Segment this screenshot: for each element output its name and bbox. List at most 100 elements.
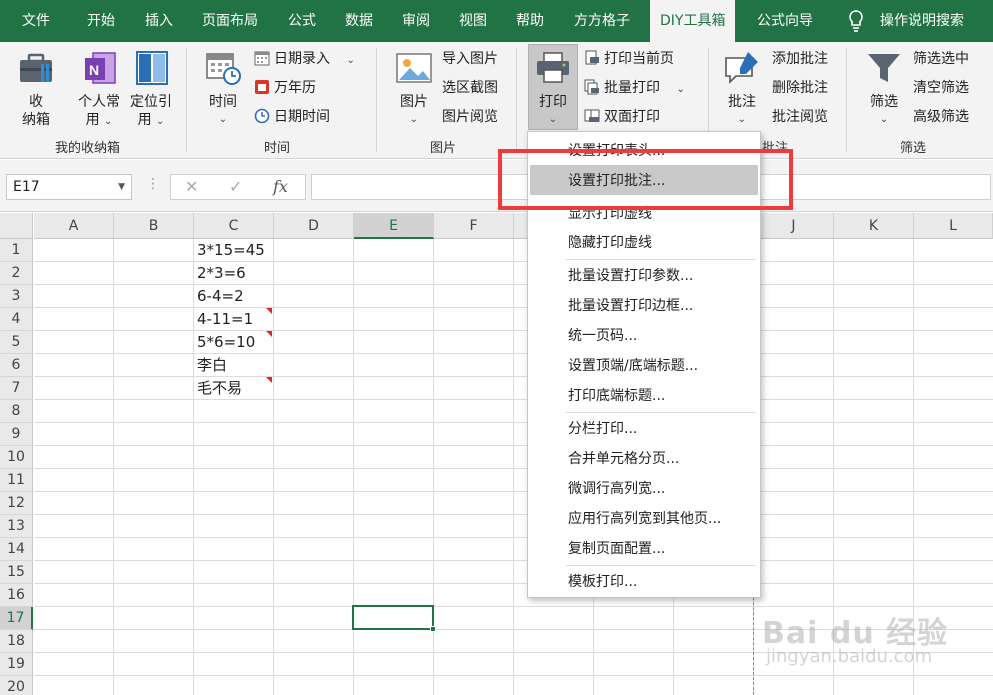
cancel-icon[interactable]: ✕ xyxy=(185,177,198,196)
tab-formulas[interactable]: 公式 xyxy=(288,0,316,42)
advanced-filter-button[interactable]: 高级筛选 xyxy=(913,106,969,128)
name-box[interactable]: E17 ▼ xyxy=(6,174,132,200)
cell-c4[interactable]: 4-11=1 xyxy=(197,308,253,331)
date-time-button[interactable]: 日期时间 xyxy=(254,106,330,128)
menu-item-print-bottom-titles[interactable]: 打印底端标题... xyxy=(568,384,665,408)
tab-view[interactable]: 视图 xyxy=(459,0,487,42)
batch-print-button[interactable]: 批量打印 ⌄ xyxy=(584,77,685,99)
row-header-19[interactable]: 19 xyxy=(0,653,33,676)
print-button[interactable]: 打印 ⌄ xyxy=(530,50,576,129)
column-header-f[interactable]: F xyxy=(434,213,514,239)
tab-help[interactable]: 帮助 xyxy=(516,0,544,42)
column-header-e[interactable]: E xyxy=(354,213,434,239)
clear-filter-button[interactable]: 清空筛选 xyxy=(913,77,969,99)
enter-icon[interactable]: ✓ xyxy=(229,177,242,196)
tab-review[interactable]: 审阅 xyxy=(402,0,430,42)
storage-box-button[interactable]: 收 纳箱 xyxy=(12,50,60,129)
column-header-a[interactable]: A xyxy=(34,213,114,239)
cell-c2[interactable]: 2*3=6 xyxy=(197,262,246,285)
clear-filter-label: 清空筛选 xyxy=(913,80,969,96)
tab-formula-wizard[interactable]: 公式向导 xyxy=(757,0,813,42)
row-header-10[interactable]: 10 xyxy=(0,446,33,469)
column-header-c[interactable]: C xyxy=(194,213,274,239)
row-header-3[interactable]: 3 xyxy=(0,285,33,308)
import-image-button[interactable]: 导入图片 xyxy=(442,48,498,70)
personal-common-button[interactable]: N 个人常 用 ⌄ xyxy=(74,50,124,131)
date-entry-button[interactable]: 日期录入 ⌄ xyxy=(254,48,355,70)
row-header-9[interactable]: 9 xyxy=(0,423,33,446)
formula-bar: E17 ▼ ⋮ ✕ ✓ fx xyxy=(0,160,993,212)
tab-fangfang[interactable]: 方方格子 xyxy=(574,0,630,42)
image-browse-button[interactable]: 图片阅览 xyxy=(442,106,498,128)
selection-screenshot-button[interactable]: 选区截图 xyxy=(442,77,498,99)
ribbon: 收 纳箱 N 个人常 用 ⌄ 定位引 用 ⌄ 我的收纳箱 时间 ⌄ 日期录入 ⌄… xyxy=(0,42,993,159)
tell-me-search[interactable]: 操作说明搜索 xyxy=(880,0,964,42)
cell-c5[interactable]: 5*6=10 xyxy=(197,331,255,354)
column-header-b[interactable]: B xyxy=(114,213,194,239)
add-comment-button[interactable]: 添加批注 xyxy=(772,48,828,70)
browse-comment-button[interactable]: 批注阅览 xyxy=(772,106,828,128)
row-header-5[interactable]: 5 xyxy=(0,331,33,354)
selected-cell-e17[interactable] xyxy=(352,605,436,632)
row-header-18[interactable]: 18 xyxy=(0,630,33,653)
menu-item-copy-page-config[interactable]: 复制页面配置... xyxy=(568,537,665,561)
filter-selected-button[interactable]: 筛选选中 xyxy=(913,48,969,70)
cell-c6[interactable]: 李白 xyxy=(197,354,227,377)
column-header-d[interactable]: D xyxy=(274,213,354,239)
tab-file[interactable]: 文件 xyxy=(22,0,50,42)
row-header-6[interactable]: 6 xyxy=(0,354,33,377)
row-header-13[interactable]: 13 xyxy=(0,515,33,538)
tab-diy-toolbox[interactable]: DIY工具箱 xyxy=(650,0,736,42)
menu-item-apply-row-col-other[interactable]: 应用行高列宽到其他页... xyxy=(568,507,721,531)
row-header-15[interactable]: 15 xyxy=(0,561,33,584)
chevron-down-icon: ⌄ xyxy=(104,116,113,127)
menu-item-unify-page-numbers[interactable]: 统一页码... xyxy=(568,324,637,348)
locate-reference-button[interactable]: 定位引 用 ⌄ xyxy=(125,50,177,131)
delete-comment-button[interactable]: 删除批注 xyxy=(772,77,828,99)
drag-handle-icon[interactable]: ⋮ xyxy=(146,176,160,192)
row-header-7[interactable]: 7 xyxy=(0,377,33,400)
chevron-down-icon[interactable]: ▼ xyxy=(118,175,125,199)
row-header-12[interactable]: 12 xyxy=(0,492,33,515)
menu-item-top-bottom-titles[interactable]: 设置顶端/底端标题... xyxy=(568,354,698,378)
row-header-4[interactable]: 4 xyxy=(0,308,33,331)
image-button[interactable]: 图片 ⌄ xyxy=(392,50,436,129)
row-header-1[interactable]: 1 xyxy=(0,239,33,262)
column-header-j[interactable]: J xyxy=(754,213,834,239)
menu-item-column-print[interactable]: 分栏打印... xyxy=(568,417,637,441)
menu-item-fine-tune-row-col[interactable]: 微调行高列宽... xyxy=(568,477,665,501)
row-header-8[interactable]: 8 xyxy=(0,400,33,423)
row-header-20[interactable]: 20 xyxy=(0,676,33,695)
row-header-17[interactable]: 17 xyxy=(0,607,33,630)
menu-item-template-print[interactable]: 模板打印... xyxy=(568,570,637,594)
cell-c7[interactable]: 毛不易 xyxy=(197,377,242,400)
duplex-print-button[interactable]: 双面打印 xyxy=(584,106,660,128)
menu-item-hide-print-lines[interactable]: 隐藏打印虚线 xyxy=(568,231,652,255)
cell-c1[interactable]: 3*15=45 xyxy=(197,239,265,262)
menu-item-merge-cell-paging[interactable]: 合并单元格分页... xyxy=(568,447,679,471)
perpetual-calendar-button[interactable]: 万年历 xyxy=(254,77,316,99)
column-header-l[interactable]: L xyxy=(914,213,993,239)
tab-insert[interactable]: 插入 xyxy=(145,0,173,42)
comment-indicator[interactable] xyxy=(266,377,272,383)
tab-data[interactable]: 数据 xyxy=(345,0,373,42)
cell-c3[interactable]: 6-4=2 xyxy=(197,285,244,308)
select-all-corner[interactable] xyxy=(0,213,33,239)
comment-indicator[interactable] xyxy=(266,331,272,337)
comment-indicator[interactable] xyxy=(266,308,272,314)
row-header-11[interactable]: 11 xyxy=(0,469,33,492)
fill-handle[interactable] xyxy=(430,626,436,632)
row-header-14[interactable]: 14 xyxy=(0,538,33,561)
tab-page-layout[interactable]: 页面布局 xyxy=(202,0,258,42)
print-current-page-button[interactable]: 打印当前页 xyxy=(584,48,674,70)
time-button[interactable]: 时间 ⌄ xyxy=(200,50,246,129)
filter-button[interactable]: 筛选 ⌄ xyxy=(862,50,906,129)
menu-item-batch-print-params[interactable]: 批量设置打印参数... xyxy=(568,264,693,288)
insert-function-button[interactable]: fx xyxy=(273,177,288,196)
comment-button[interactable]: 批注 ⌄ xyxy=(720,50,764,129)
tab-home[interactable]: 开始 xyxy=(87,0,115,42)
row-header-2[interactable]: 2 xyxy=(0,262,33,285)
row-header-16[interactable]: 16 xyxy=(0,584,33,607)
menu-item-batch-print-borders[interactable]: 批量设置打印边框... xyxy=(568,294,693,318)
column-header-k[interactable]: K xyxy=(834,213,914,239)
